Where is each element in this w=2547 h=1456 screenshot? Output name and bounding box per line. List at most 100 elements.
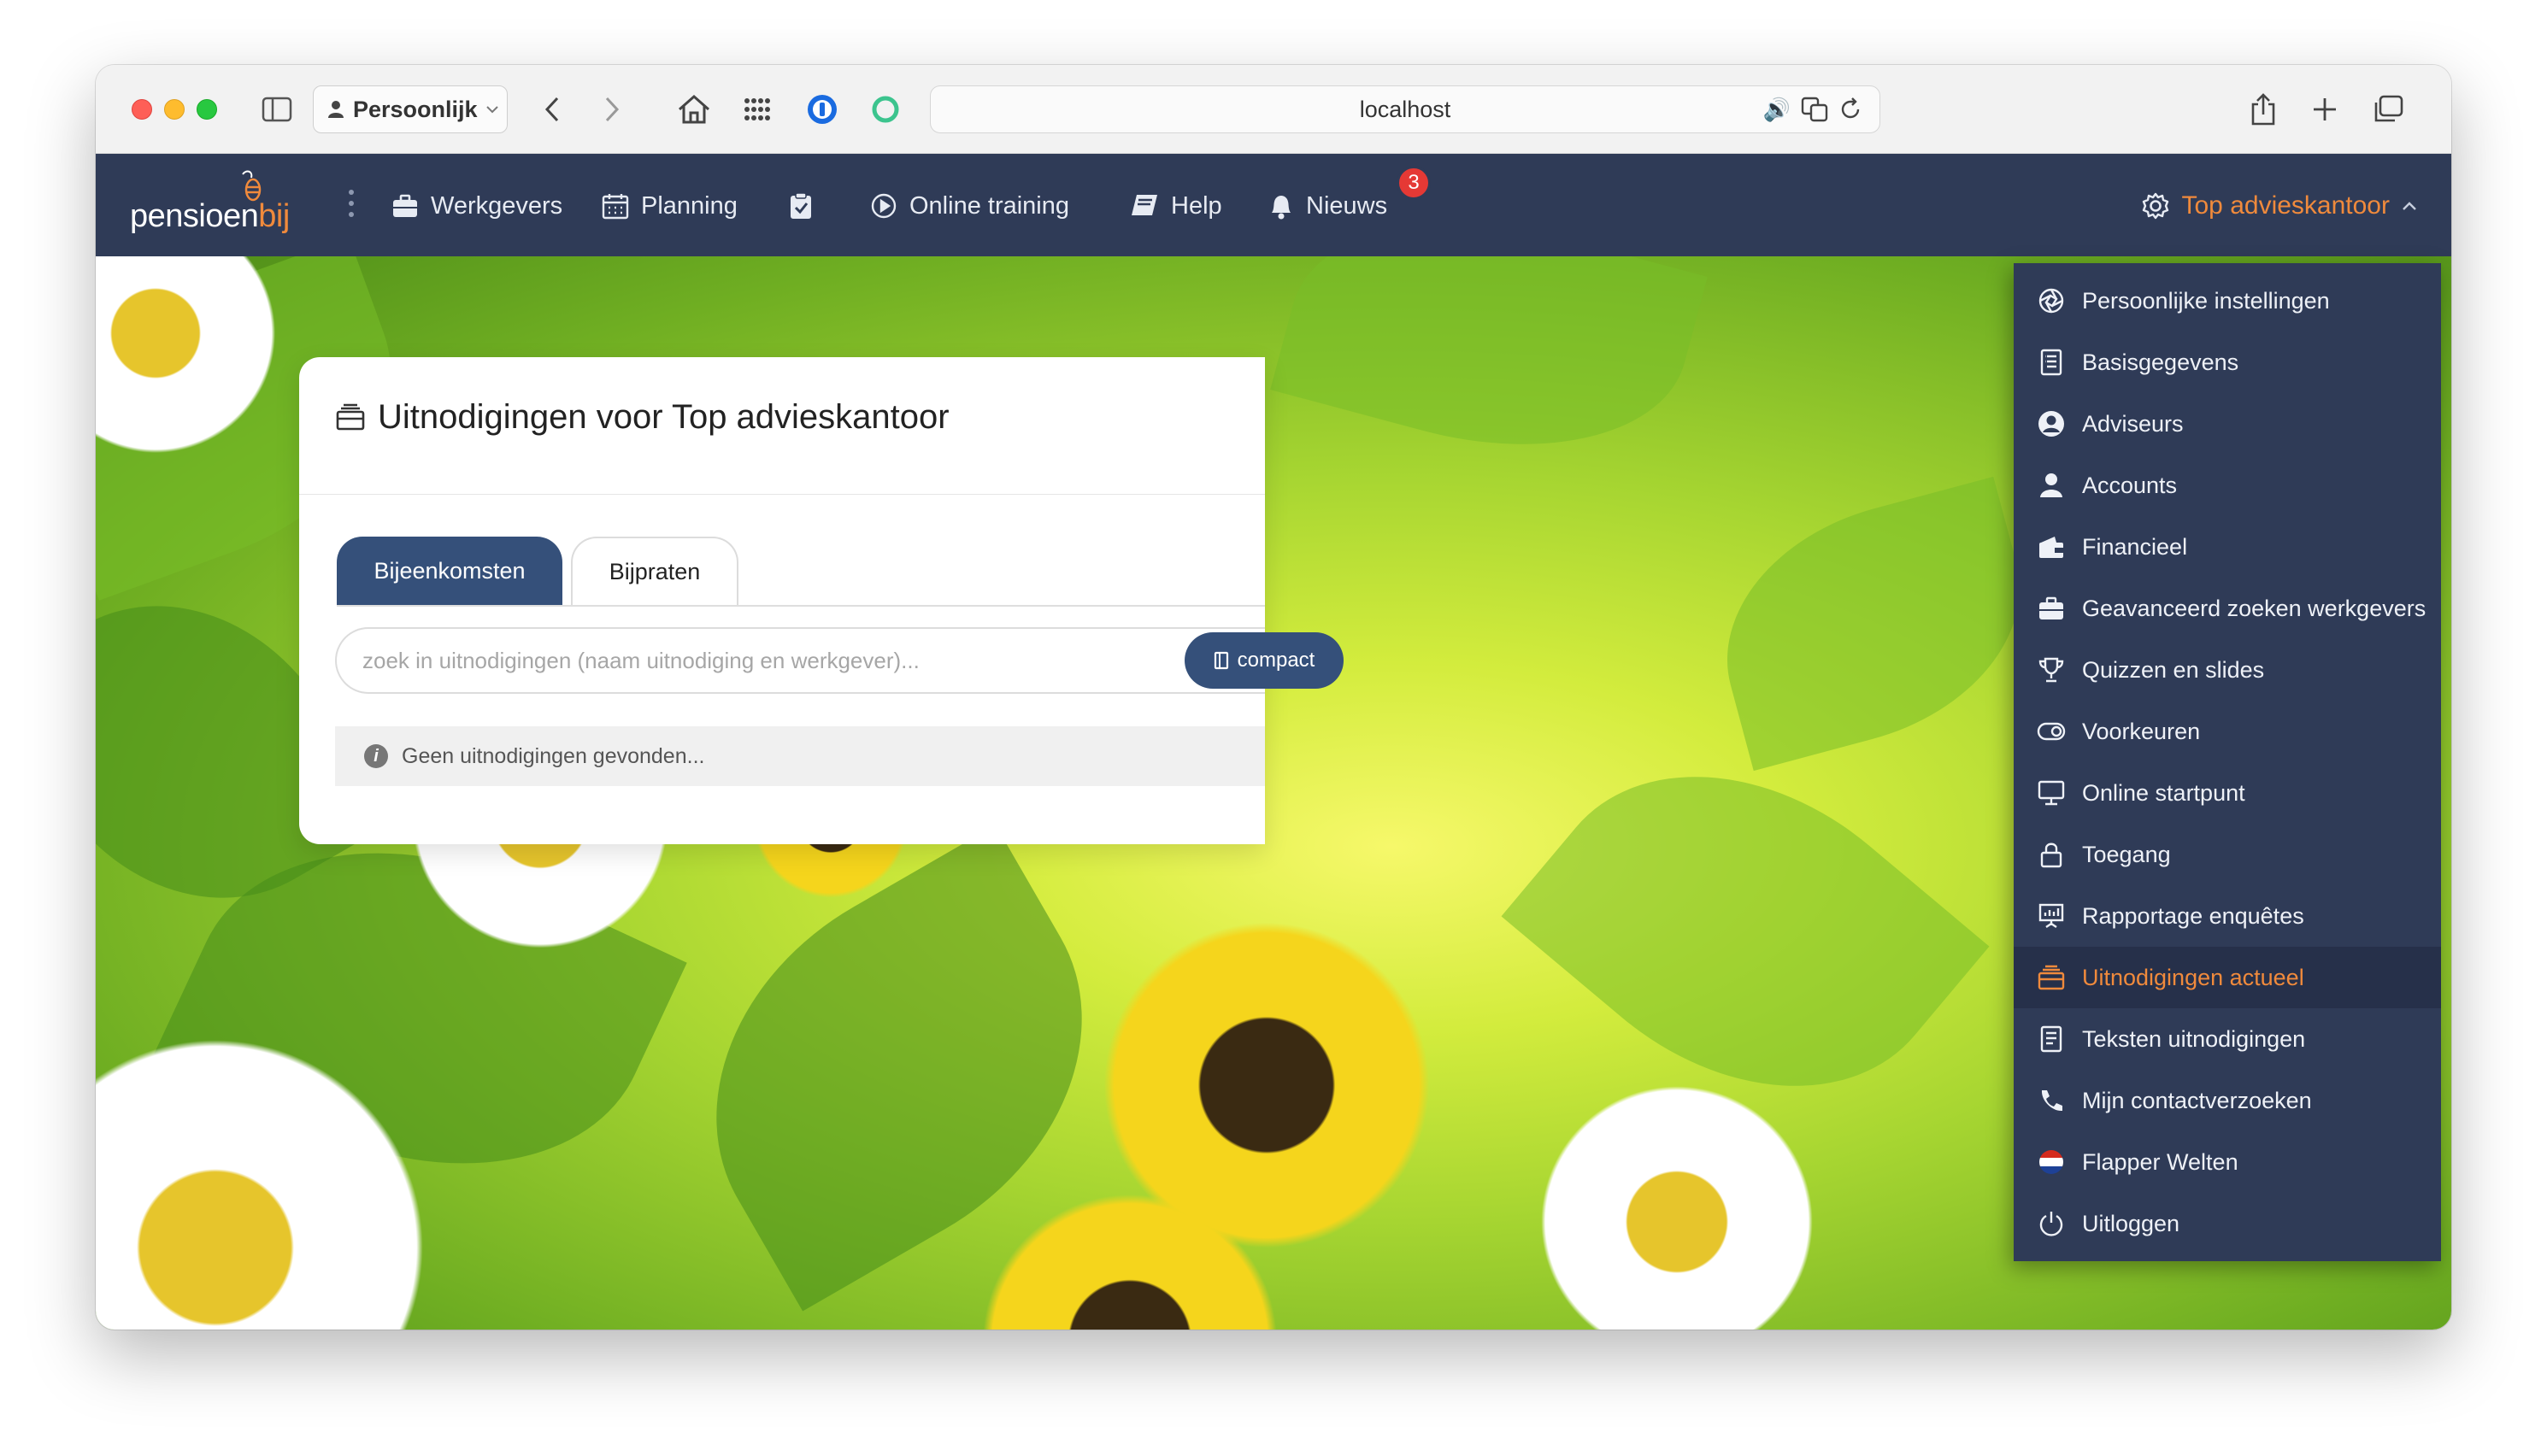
speaker-icon[interactable]: 🔊 <box>1763 97 1791 128</box>
trophy-icon <box>2036 655 2067 685</box>
tab-underline <box>337 605 1265 607</box>
person-icon <box>328 101 344 118</box>
nav-online-training[interactable]: Online training <box>870 185 1069 227</box>
new-tab-icon[interactable] <box>2306 91 2344 128</box>
document-list-icon <box>2036 347 2067 378</box>
menu-item-label: Accounts <box>2082 472 2178 498</box>
menu-item-basisgegevens[interactable]: Basisgegevens <box>2014 332 2441 393</box>
back-icon[interactable] <box>535 91 569 128</box>
lock-icon <box>2036 839 2067 870</box>
nav-more-icon[interactable] <box>349 190 354 217</box>
minimize-window-button[interactable] <box>164 99 185 120</box>
nav-tasks[interactable] <box>788 185 814 227</box>
zoom-window-button[interactable] <box>197 99 217 120</box>
profile-label: Persoonlijk <box>353 96 478 122</box>
monitor-icon <box>2036 778 2067 808</box>
search-input[interactable] <box>362 643 1764 678</box>
inbox-tray-icon <box>336 403 365 430</box>
address-bar[interactable]: localhost 🔊 <box>930 85 1880 133</box>
apps-grid-icon[interactable] <box>737 91 778 128</box>
profile-selector[interactable]: Persoonlijk <box>313 85 508 133</box>
bell-icon <box>1272 196 1291 220</box>
menu-item-uitloggen[interactable]: Uitloggen <box>2014 1193 2441 1254</box>
account-dropdown-menu: Persoonlijke instellingen Basisgegevens … <box>2014 263 2441 1261</box>
bee-icon <box>242 170 262 202</box>
chevron-down-icon <box>485 106 498 114</box>
user-icon <box>2036 470 2067 501</box>
reload-icon[interactable] <box>1838 97 1862 128</box>
nav-planning[interactable]: Planning <box>602 185 738 227</box>
briefcase-icon <box>2036 593 2067 624</box>
forward-icon[interactable] <box>595 91 629 128</box>
tab-overview-icon[interactable] <box>2369 91 2407 128</box>
menu-item-mijn-contactverzoeken[interactable]: Mijn contactverzoeken <box>2014 1070 2441 1131</box>
menu-item-online-startpunt[interactable]: Online startpunt <box>2014 762 2441 824</box>
home-icon[interactable] <box>674 91 715 128</box>
menu-item-label: Online startpunt <box>2082 779 2245 806</box>
menu-item-adviseurs[interactable]: Adviseurs <box>2014 393 2441 455</box>
menu-item-label: Voorkeuren <box>2082 718 2201 744</box>
phone-icon <box>2036 1085 2067 1116</box>
menu-item-rapportage-enquetes[interactable]: Rapportage enquêtes <box>2014 885 2441 947</box>
nav-werkgevers[interactable]: Werkgevers <box>391 185 562 227</box>
presentation-chart-icon <box>2036 901 2067 931</box>
clipboard-check-icon <box>791 192 811 219</box>
nav-planning-label: Planning <box>641 191 738 220</box>
account-menu-toggle[interactable]: Top advieskantoor <box>2141 185 2418 227</box>
nav-nieuws[interactable]: Nieuws <box>1268 185 1387 227</box>
info-icon: i <box>364 744 388 768</box>
inbox-tray-icon <box>2036 962 2067 993</box>
logo[interactable]: pensioenbij <box>130 170 290 235</box>
translate-icon[interactable] <box>1801 97 1828 128</box>
menu-item-label: Uitnodigingen actueel <box>2082 964 2304 990</box>
sidebar-toggle-icon[interactable] <box>258 91 296 128</box>
user-circle-icon <box>2036 408 2067 439</box>
menu-item-geavanceerd-zoeken[interactable]: Geavanceerd zoeken werkgevers <box>2014 578 2441 639</box>
tab-bijeenkomsten[interactable]: Bijeenkomsten <box>337 537 562 605</box>
menu-item-label: Flapper Welten <box>2082 1148 2238 1175</box>
menu-item-teksten-uitnodigingen[interactable]: Teksten uitnodigingen <box>2014 1008 2441 1070</box>
menu-item-toegang[interactable]: Toegang <box>2014 824 2441 885</box>
dutch-flag-icon <box>2036 1147 2067 1177</box>
book-icon <box>1132 195 1157 215</box>
menu-item-label: Teksten uitnodigingen <box>2082 1025 2306 1052</box>
nav-help-label: Help <box>1171 191 1222 220</box>
password-manager-icon[interactable] <box>802 91 843 128</box>
tab-bijpraten[interactable]: Bijpraten <box>571 537 738 605</box>
menu-item-label: Rapportage enquêtes <box>2082 902 2304 929</box>
menu-item-label: Adviseurs <box>2082 410 2184 437</box>
briefcase-icon <box>393 194 417 217</box>
close-window-button[interactable] <box>132 99 152 120</box>
page-title-row: Uitnodigingen voor Top advieskantoor <box>335 398 950 437</box>
menu-item-flapper-welten[interactable]: Flapper Welten <box>2014 1131 2441 1193</box>
text-document-icon <box>2036 1024 2067 1054</box>
menu-item-label: Geavanceerd zoeken werkgevers <box>2082 595 2426 621</box>
menu-item-label: Toegang <box>2082 841 2171 867</box>
toggle-icon <box>2036 716 2067 747</box>
menu-item-accounts[interactable]: Accounts <box>2014 455 2441 516</box>
browser-window: Persoonlijk localhost 🔊 pensioenbij Werk… <box>96 65 2451 1330</box>
compact-button-label: compact <box>1237 649 1315 672</box>
compact-view-icon <box>1214 651 1228 670</box>
nav-help[interactable]: Help <box>1130 185 1222 227</box>
menu-item-quizzen-en-slides[interactable]: Quizzen en slides <box>2014 639 2441 701</box>
wallet-icon <box>2036 531 2067 562</box>
aperture-icon <box>2036 285 2067 316</box>
menu-item-persoonlijke-instellingen[interactable]: Persoonlijke instellingen <box>2014 270 2441 332</box>
calendar-icon <box>602 194 629 220</box>
logo-accent: bij <box>258 198 290 234</box>
chevron-up-icon <box>2403 202 2416 210</box>
menu-item-voorkeuren[interactable]: Voorkeuren <box>2014 701 2441 762</box>
menu-item-uitnodigingen-actueel[interactable]: Uitnodigingen actueel <box>2014 947 2441 1008</box>
menu-item-financieel[interactable]: Financieel <box>2014 516 2441 578</box>
extension-ring-icon[interactable] <box>865 91 906 128</box>
title-divider <box>299 494 1265 495</box>
share-icon[interactable] <box>2244 91 2282 128</box>
power-icon <box>2036 1208 2067 1239</box>
empty-state-message: Geen uitnodigingen gevonden... <box>402 743 705 768</box>
menu-item-label: Uitloggen <box>2082 1210 2180 1236</box>
news-count-badge: 3 <box>1397 166 1431 200</box>
compact-button[interactable]: compact <box>1185 632 1344 689</box>
app-navbar: pensioenbij Werkgevers Planning Online t… <box>96 154 2451 256</box>
address-text: localhost <box>1359 96 1451 122</box>
